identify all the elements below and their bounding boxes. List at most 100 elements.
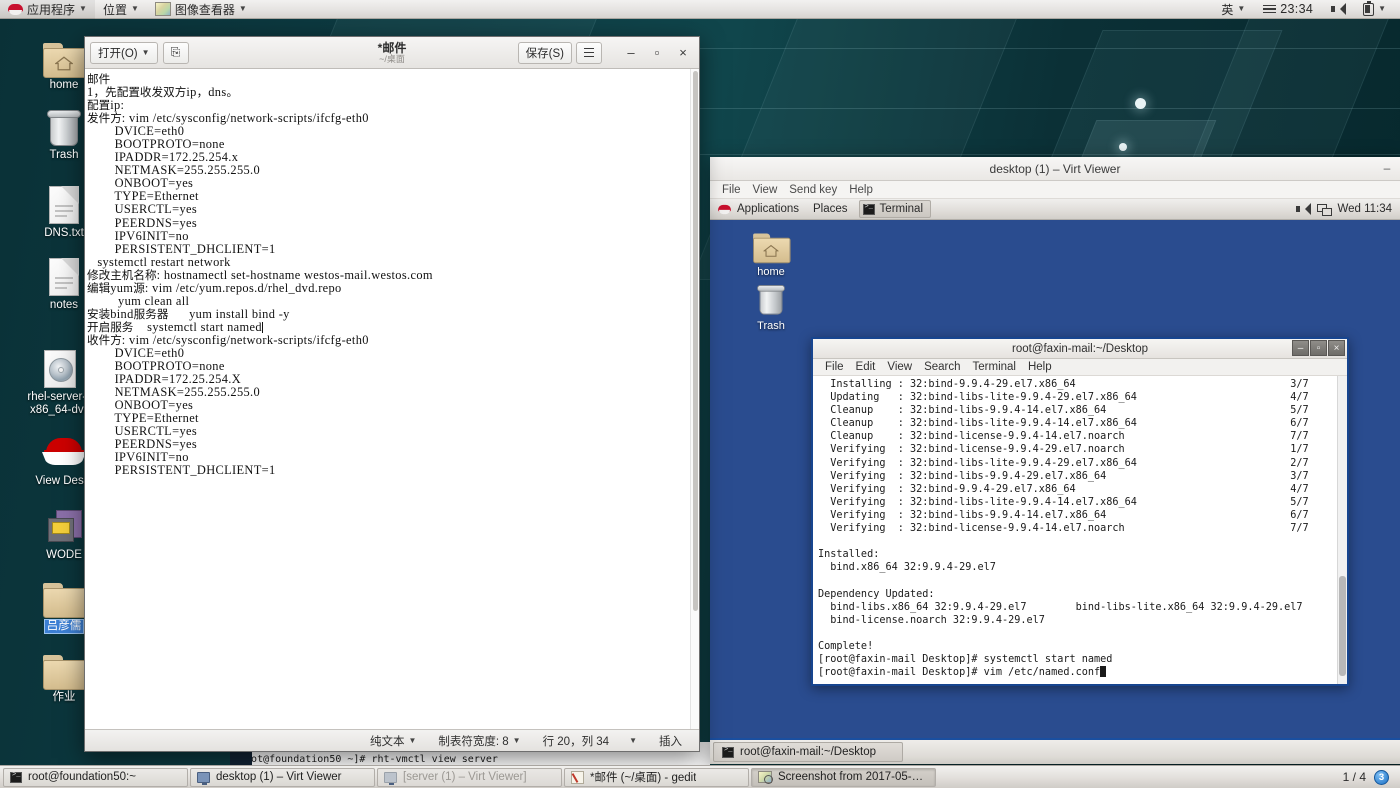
house-glyph [55, 56, 73, 71]
top-panel: 应用程序 ▼ 位置 ▼ 图像查看器 ▼ 英 ▼ 23:34 ▼ [0, 0, 1400, 19]
terminal-cursor [1100, 666, 1107, 677]
new-tab-button[interactable]: ⎘ [162, 41, 189, 64]
menu-terminal[interactable]: Terminal [967, 359, 1022, 376]
taskbar-item-server-virt-viewer[interactable]: [server (1) – Virt Viewer] [377, 767, 562, 787]
hamburger-menu-button[interactable] [576, 41, 602, 64]
taskbar-item-label: desktop (1) – Virt Viewer [216, 771, 342, 783]
chevron-down-icon: ▼ [238, 4, 247, 13]
desktop-icon-label-line2: x86_64-dvd [29, 404, 91, 416]
chevron-down-icon: ▼ [79, 4, 87, 13]
syntax-label: 纯文本 [369, 735, 405, 748]
guest-terminal-title: root@faxin-mail:~/Desktop [1012, 342, 1148, 355]
guest-terminal-body[interactable]: Installing : 32:bind-9.9.4-29.el7.x86_64… [813, 376, 1347, 684]
guest-active-task-label: Terminal [879, 203, 924, 215]
taskbar-item-screenshot-viewer[interactable]: Screenshot from 2017-05-20 1… [751, 767, 936, 787]
guest-applications-menu[interactable]: Applications [710, 199, 806, 220]
notification-badge[interactable]: 3 [1374, 769, 1389, 785]
guest-terminal-titlebar[interactable]: root@faxin-mail:~/Desktop – ▫ × [813, 339, 1347, 359]
wallpaper-line [700, 154, 1400, 155]
vm-guest-screen[interactable]: Applications Places Terminal Wed 11:34 [710, 199, 1400, 764]
desktop-icon-label: Trash [49, 149, 79, 161]
tab-width-selector[interactable]: 制表符宽度: 8 ▼ [427, 733, 531, 749]
chevron-down-icon: ▼ [141, 47, 150, 57]
places-menu[interactable]: 位置 ▼ [95, 0, 147, 19]
terminal-icon [722, 746, 734, 758]
menu-help[interactable]: Help [843, 181, 879, 199]
virt-viewer-window[interactable]: desktop (1) – Virt Viewer – File View Se… [710, 157, 1400, 764]
gedit-window[interactable]: 打开(O) ▼ ⎘ *邮件 ~/桌面 保存(S) – ▫ × 邮件 1，先配置收发… [84, 36, 700, 752]
gedit-headerbar[interactable]: 打开(O) ▼ ⎘ *邮件 ~/桌面 保存(S) – ▫ × [85, 37, 699, 69]
workspace-indicator[interactable]: 1 / 4 [1343, 770, 1366, 784]
close-button[interactable]: × [1328, 340, 1345, 356]
guest-places-menu[interactable]: Places [806, 199, 855, 220]
applications-menu[interactable]: 应用程序 ▼ [0, 0, 95, 19]
taskbar-item-gedit[interactable]: *邮件 (~/桌面) - gedit [564, 767, 749, 787]
gedit-document-text[interactable]: 邮件 1，先配置收发双方ip，dns。 配置ip: 发件方: vim /etc/sys… [85, 69, 690, 729]
open-button[interactable]: 打开(O) ▼ [90, 41, 158, 64]
minimize-icon[interactable]: – [1378, 159, 1396, 177]
menu-search[interactable]: Search [918, 359, 966, 376]
terminal-icon [862, 203, 875, 215]
virt-viewer-titlebar[interactable]: desktop (1) – Virt Viewer – [710, 157, 1400, 181]
insert-mode[interactable]: 插入 [648, 733, 693, 749]
chevron-down-icon: ▼ [1237, 4, 1246, 13]
image-viewer-icon [758, 771, 773, 784]
gedit-editor-area[interactable]: 邮件 1，先配置收发双方ip，dns。 配置ip: 发件方: vim /etc/sys… [85, 69, 699, 729]
house-glyph [763, 244, 779, 257]
gedit-line: 1，先配置收发双方ip，dns。 [87, 85, 239, 100]
close-button[interactable]: × [672, 42, 694, 64]
active-application-menu[interactable]: 图像查看器 ▼ [147, 0, 255, 19]
menu-help[interactable]: Help [1022, 359, 1058, 376]
wallpaper-dot [1119, 143, 1127, 151]
gedit-scrollbar[interactable] [690, 69, 699, 729]
guest-clock-label[interactable]: Wed 11:34 [1337, 203, 1392, 215]
battery-applet[interactable]: ▼ [1355, 0, 1394, 19]
taskbar-item-desktop-virt-viewer[interactable]: desktop (1) – Virt Viewer [190, 767, 375, 787]
menu-view[interactable]: View [881, 359, 918, 376]
chevron-down-icon: ▼ [629, 735, 637, 745]
wallpaper-line [700, 108, 1400, 109]
menu-file[interactable]: File [819, 359, 850, 376]
gedit-document-title: *邮件 [377, 40, 407, 55]
network-icon[interactable] [1317, 203, 1333, 216]
guest-terminal-output: Installing : 32:bind-9.9.4-29.el7.x86_64… [813, 376, 1337, 684]
active-application-label: 图像查看器 [174, 2, 235, 17]
speaker-icon [1331, 3, 1347, 15]
speaker-icon[interactable] [1296, 203, 1312, 215]
menu-edit[interactable]: Edit [850, 359, 882, 376]
desktop-icon-label: notes [49, 299, 79, 311]
taskbar-status-area: 1 / 4 3 [1343, 769, 1397, 785]
clock-applet[interactable]: 23:34 [1255, 0, 1321, 19]
gedit-icon [571, 770, 584, 784]
cursor-position[interactable]: 行 20，列 34 ▼ [532, 733, 648, 749]
volume-applet[interactable] [1323, 0, 1353, 19]
battery-icon [1363, 0, 1375, 16]
minimize-button[interactable]: – [620, 42, 642, 64]
input-method-indicator[interactable]: 英 ▼ [1213, 0, 1253, 19]
guest-desktop[interactable]: home Trash root@faxin-mail:~/Desktop – ▫… [710, 220, 1400, 738]
hamburger-icon [584, 46, 594, 60]
desktop-icon-label: 吕彦儒 [43, 619, 85, 634]
taskbar-item-label: Screenshot from 2017-05-20 1… [778, 771, 929, 783]
guest-terminal-scrollbar[interactable] [1337, 376, 1347, 684]
guest-active-task-terminal[interactable]: Terminal [858, 200, 932, 218]
gedit-header-right: 保存(S) – ▫ × [517, 41, 694, 64]
guest-desktop-icon-home[interactable]: home [738, 228, 804, 278]
guest-taskbar-item-terminal[interactable]: root@faxin-mail:~/Desktop [713, 742, 903, 762]
maximize-button[interactable]: ▫ [1310, 340, 1327, 356]
save-button[interactable]: 保存(S) [517, 41, 572, 64]
clock-label: 23:34 [1280, 2, 1314, 16]
minimize-button[interactable]: – [1292, 340, 1309, 356]
taskbar-item-foundation-terminal[interactable]: root@foundation50:~ [3, 767, 188, 787]
guest-applications-label: Applications [737, 203, 800, 215]
syntax-selector[interactable]: 纯文本 ▼ [359, 733, 427, 749]
guest-desktop-icon-trash[interactable]: Trash [738, 282, 804, 332]
menu-view[interactable]: View [747, 181, 784, 199]
guest-terminal-window[interactable]: root@faxin-mail:~/Desktop – ▫ × File Edi… [811, 337, 1349, 686]
menu-send-key[interactable]: Send key [783, 181, 843, 199]
desktop-icon-label: WODE [46, 549, 82, 561]
chevron-down-icon: ▼ [512, 735, 521, 745]
menu-file[interactable]: File [716, 181, 747, 199]
maximize-button[interactable]: ▫ [646, 42, 668, 64]
taskbar-item-label: root@foundation50:~ [28, 771, 136, 783]
